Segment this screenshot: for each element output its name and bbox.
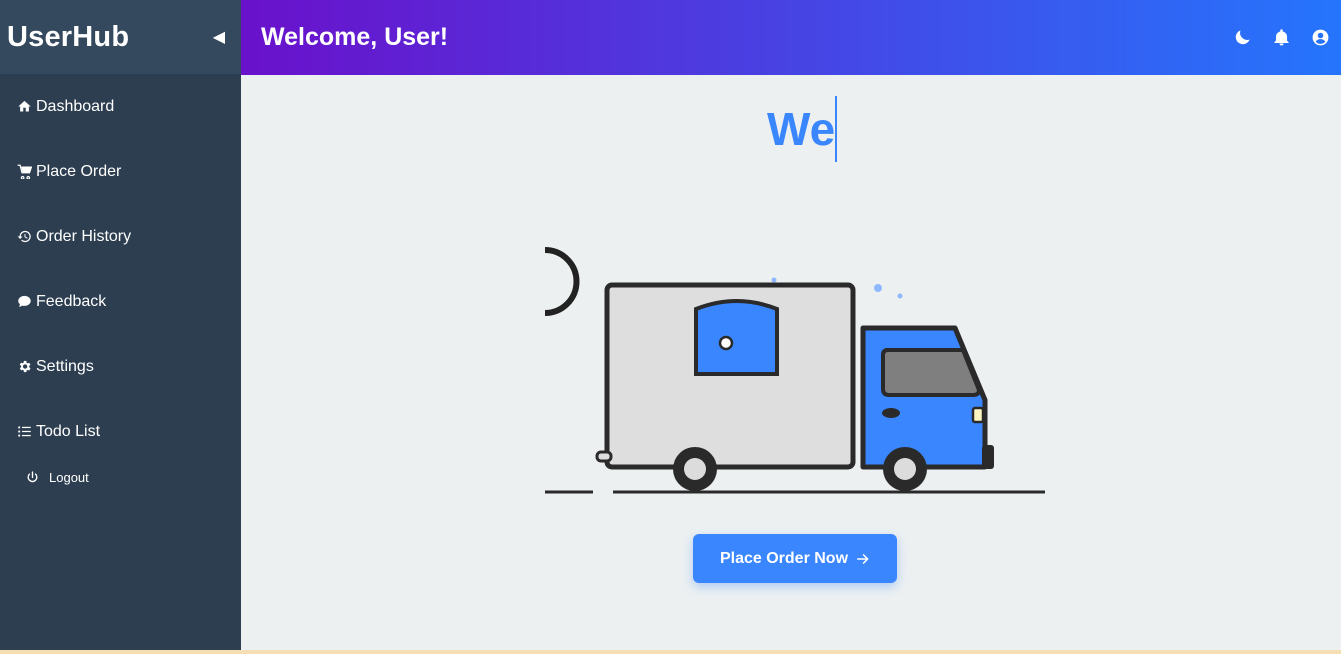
sidebar-item-label: Feedback [36, 292, 107, 310]
history-icon [16, 229, 32, 245]
sidebar-nav: Dashboard Place Order Order History Feed… [0, 74, 241, 464]
home-icon [16, 99, 32, 115]
power-icon [27, 471, 38, 483]
sidebar-item-label: Order History [36, 227, 132, 245]
gear-icon [16, 359, 32, 375]
brand-logo: UserHub [7, 20, 130, 53]
header-actions [1233, 28, 1330, 47]
sidebar-item-settings[interactable]: Settings [0, 334, 241, 399]
sidebar-item-label: Todo List [36, 422, 101, 440]
user-circle-icon[interactable] [1311, 28, 1330, 47]
comment-icon [16, 294, 32, 310]
moon-icon[interactable] [1233, 28, 1252, 47]
sidebar-item-dashboard[interactable]: Dashboard [0, 74, 241, 139]
cta-label: Place Order Now [719, 549, 849, 567]
place-order-now-button[interactable]: Place Order Now [693, 534, 897, 583]
sidebar-item-label: Dashboard [36, 97, 115, 115]
sidebar-item-order-history[interactable]: Order History [0, 204, 241, 269]
bottom-strip [0, 650, 1341, 654]
sidebar-item-todo-list[interactable]: Todo List [0, 399, 241, 464]
arrow-right-icon [857, 553, 869, 564]
app-root: UserHub ◀ Dashboard Place Order Order Hi… [0, 0, 1341, 654]
collapse-sidebar-button[interactable]: ◀ [213, 27, 225, 47]
typing-caret [835, 96, 838, 162]
sidebar-item-label: Place Order [36, 162, 122, 180]
page-title: Welcome, User! [261, 23, 449, 51]
logout-button[interactable]: Logout [0, 470, 241, 485]
delivery-truck-illustration [545, 247, 1045, 494]
typing-headline: We [767, 96, 838, 162]
top-header: Welcome, User! [241, 0, 1341, 75]
sidebar-item-label: Settings [36, 357, 94, 375]
typing-text: We [767, 103, 836, 155]
sidebar-header: UserHub ◀ [0, 0, 241, 74]
logout-label: Logout [49, 470, 89, 485]
bell-icon[interactable] [1272, 28, 1291, 47]
list-icon [16, 424, 32, 440]
cart-icon [16, 164, 32, 180]
main-content: We Place Order Now [241, 75, 1341, 650]
sidebar-item-feedback[interactable]: Feedback [0, 269, 241, 334]
sidebar-item-place-order[interactable]: Place Order [0, 139, 241, 204]
sidebar: UserHub ◀ Dashboard Place Order Order Hi… [0, 0, 241, 650]
